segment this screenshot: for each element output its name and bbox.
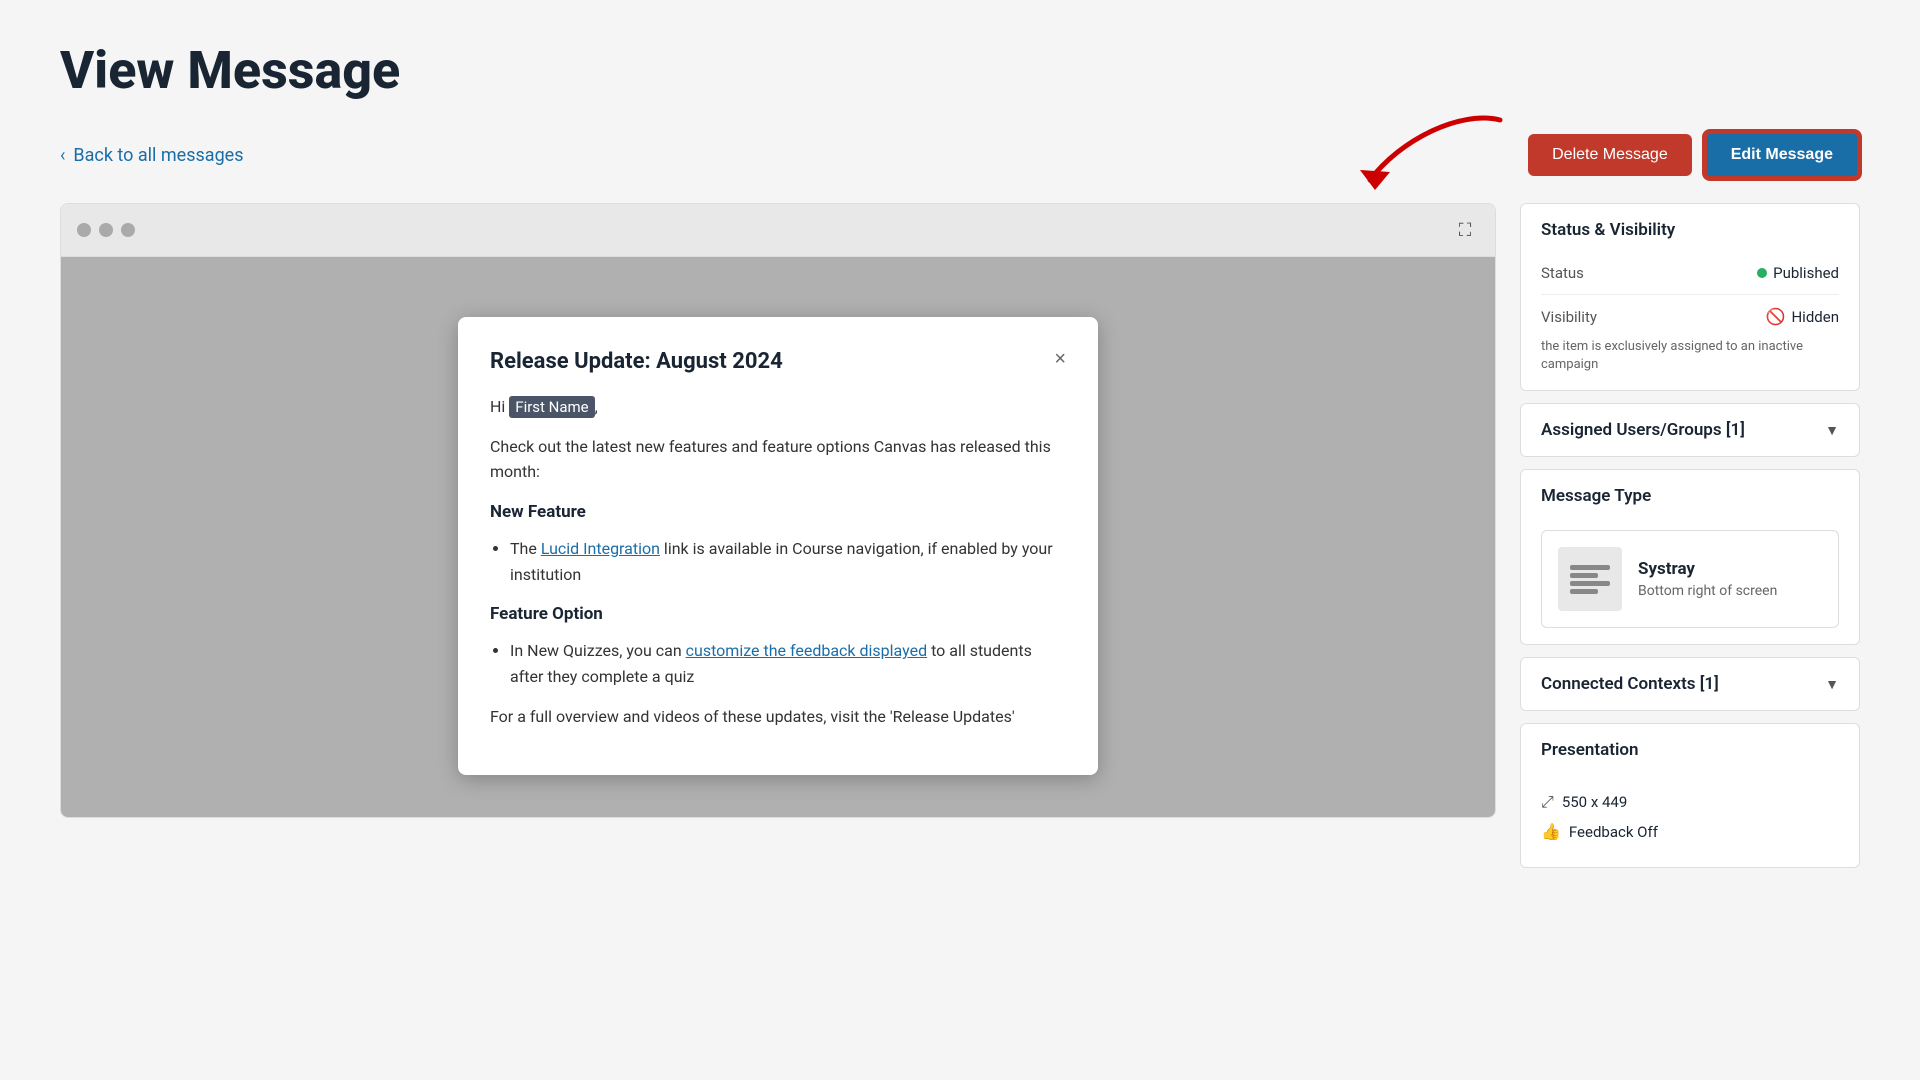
- presentation-header: Presentation: [1521, 724, 1859, 776]
- systray-bar-2: [1570, 573, 1598, 578]
- back-link-label: Back to all messages: [73, 145, 243, 166]
- dimensions-text: 550 x 449: [1562, 793, 1627, 811]
- intro-text: Check out the latest new features and fe…: [490, 434, 1066, 485]
- message-type-body: Systray Bottom right of screen: [1521, 530, 1859, 644]
- message-type-name: Systray: [1638, 559, 1777, 579]
- preview-body: Release Update: August 2024 × Hi First N…: [61, 257, 1495, 817]
- status-visibility-title: Status & Visibility: [1541, 220, 1675, 240]
- presentation-body: ⤢ 550 x 449 👍 Feedback Off: [1521, 776, 1859, 867]
- connected-contexts-chevron-icon: ▼: [1825, 676, 1839, 693]
- preview-panel: ⛶ Release Update: August 2024 × Hi First…: [60, 203, 1496, 818]
- message-type-section: Message Type Systray: [1520, 469, 1860, 645]
- divider: [1541, 294, 1839, 295]
- systray-icon: [1558, 547, 1622, 611]
- section3-text: For a full overview and videos of these …: [490, 704, 1066, 730]
- section1-bullet1: The Lucid Integration link is available …: [510, 536, 1066, 587]
- dot-2: [99, 223, 113, 237]
- assigned-users-section: Assigned Users/Groups [1] ▼: [1520, 403, 1860, 457]
- message-card-header: Release Update: August 2024 ×: [490, 349, 1066, 374]
- connected-contexts-header[interactable]: Connected Contexts [1] ▼: [1521, 658, 1859, 710]
- hidden-icon: 🚫: [1766, 307, 1786, 326]
- dot-1: [77, 223, 91, 237]
- dimensions-row: ⤢ 550 x 449: [1541, 792, 1839, 812]
- section2-bullet1: In New Quizzes, you can customize the fe…: [510, 638, 1066, 689]
- expand-icon[interactable]: ⛶: [1451, 216, 1479, 244]
- message-card-title: Release Update: August 2024: [490, 349, 783, 374]
- greeting-prefix: Hi: [490, 397, 509, 416]
- status-dot-icon: [1757, 268, 1767, 278]
- visibility-label: Visibility: [1541, 308, 1597, 326]
- feedback-icon: 👍: [1541, 822, 1561, 841]
- systray-visual: [1564, 559, 1616, 600]
- message-card-body: Hi First Name, Check out the latest new …: [490, 394, 1066, 729]
- status-visibility-header[interactable]: Status & Visibility: [1521, 204, 1859, 256]
- page-title: View Message: [60, 40, 1860, 101]
- delete-message-button[interactable]: Delete Message: [1528, 134, 1692, 176]
- edit-message-button[interactable]: Edit Message: [1704, 131, 1860, 179]
- assigned-users-header[interactable]: Assigned Users/Groups [1] ▼: [1521, 404, 1859, 456]
- sidebar: Status & Visibility Status Published Vis…: [1520, 203, 1860, 880]
- message-type-card: Systray Bottom right of screen: [1541, 530, 1839, 628]
- feedback-row: 👍 Feedback Off: [1541, 822, 1839, 841]
- status-row: Status Published: [1541, 256, 1839, 290]
- message-type-header: Message Type: [1521, 470, 1859, 522]
- back-link[interactable]: ‹ Back to all messages: [60, 145, 244, 166]
- presentation-section: Presentation ⤢ 550 x 449 👍 Feedback Off: [1520, 723, 1860, 868]
- status-text: Published: [1773, 264, 1839, 282]
- connected-contexts-section: Connected Contexts [1] ▼: [1520, 657, 1860, 711]
- presentation-label: Presentation: [1541, 740, 1638, 760]
- status-label: Status: [1541, 264, 1584, 282]
- lucid-integration-link[interactable]: Lucid Integration: [541, 539, 660, 558]
- message-type-info: Systray Bottom right of screen: [1638, 559, 1777, 599]
- systray-bar-3: [1570, 581, 1610, 586]
- section2-title: Feature Option: [490, 601, 1066, 628]
- first-name-badge: First Name: [509, 396, 594, 418]
- status-visibility-body: Status Published Visibility 🚫 Hidden: [1521, 256, 1859, 390]
- message-type-desc: Bottom right of screen: [1638, 583, 1777, 599]
- visibility-text: Hidden: [1791, 308, 1839, 326]
- panel-dots: [77, 223, 135, 237]
- systray-bar-4: [1570, 589, 1598, 594]
- visibility-row: Visibility 🚫 Hidden: [1541, 299, 1839, 334]
- assigned-users-chevron-icon: ▼: [1825, 422, 1839, 439]
- message-card-close-button[interactable]: ×: [1054, 349, 1066, 369]
- bullet2-prefix: In New Quizzes, you can: [510, 641, 686, 660]
- customize-feedback-link[interactable]: customize the feedback displayed: [686, 641, 927, 660]
- message-card: Release Update: August 2024 × Hi First N…: [458, 317, 1098, 775]
- connected-contexts-label: Connected Contexts [1]: [1541, 674, 1719, 694]
- action-buttons: Delete Message Edit Message: [1528, 131, 1860, 179]
- dot-3: [121, 223, 135, 237]
- status-visibility-section: Status & Visibility Status Published Vis…: [1520, 203, 1860, 391]
- systray-bar-1: [1570, 565, 1610, 570]
- message-type-label: Message Type: [1541, 486, 1651, 506]
- section1-title: New Feature: [490, 499, 1066, 526]
- visibility-value: 🚫 Hidden: [1766, 307, 1839, 326]
- back-chevron-icon: ‹: [60, 145, 65, 166]
- feedback-text: Feedback Off: [1569, 823, 1658, 841]
- status-value: Published: [1757, 264, 1839, 282]
- dimensions-icon: ⤢: [1541, 792, 1554, 812]
- preview-panel-header: ⛶: [61, 204, 1495, 257]
- assigned-users-label: Assigned Users/Groups [1]: [1541, 420, 1745, 440]
- main-content: ⛶ Release Update: August 2024 × Hi First…: [60, 203, 1860, 880]
- visibility-sub-text: the item is exclusively assigned to an i…: [1541, 338, 1839, 374]
- greeting-suffix: ,: [595, 397, 598, 416]
- top-bar: ‹ Back to all messages Delete Message Ed…: [60, 131, 1860, 179]
- bullet1-prefix: The: [510, 539, 541, 558]
